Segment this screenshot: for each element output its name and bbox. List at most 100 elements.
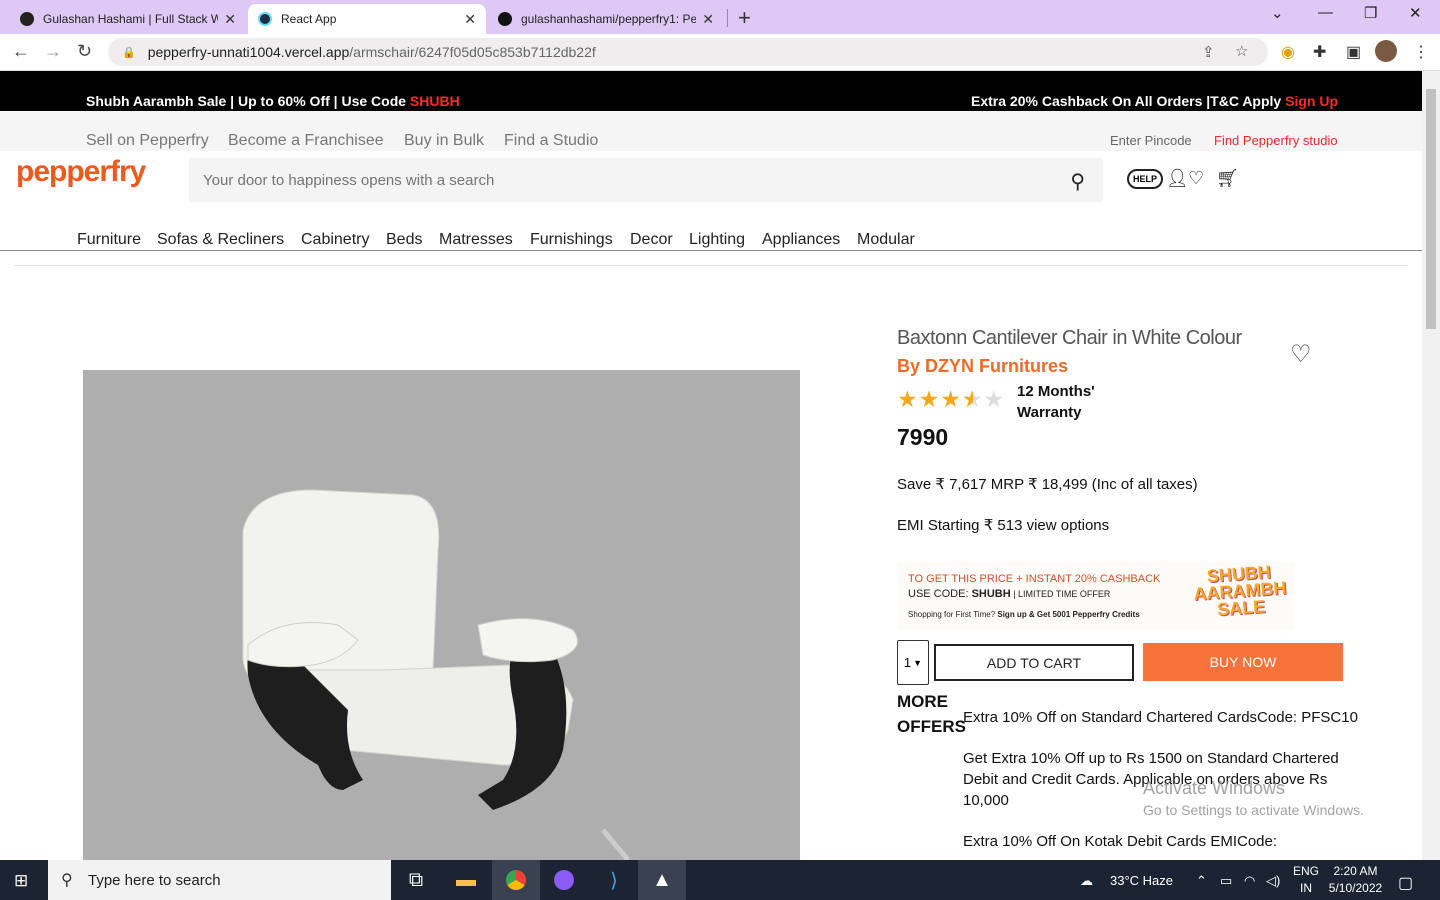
- volume-icon[interactable]: ◁): [1266, 873, 1280, 889]
- minimize-icon[interactable]: —: [1318, 4, 1333, 21]
- promo-left: Shubh Aarambh Sale | Up to 60% Off | Use…: [86, 93, 460, 109]
- product-image[interactable]: [83, 370, 800, 860]
- promo-bar: Shubh Aarambh Sale | Up to 60% Off | Use…: [0, 71, 1422, 111]
- language-indicator[interactable]: ENG IN: [1293, 863, 1319, 897]
- category-beds[interactable]: Beds: [386, 231, 422, 249]
- cart-icon[interactable]: 🛒︎: [1216, 168, 1239, 189]
- wifi-icon[interactable]: ◠: [1244, 873, 1255, 889]
- product-price: 7990: [897, 424, 949, 450]
- notification-icon[interactable]: ▢: [1398, 873, 1413, 893]
- category-cabinetry[interactable]: Cabinetry: [301, 231, 369, 249]
- reload-icon[interactable]: ↻: [77, 41, 92, 62]
- weather-text[interactable]: 33°C Haze: [1110, 873, 1173, 888]
- sell-on-pepperfry-link[interactable]: Sell on Pepperfry: [86, 132, 209, 150]
- tab-title: React App: [281, 12, 337, 26]
- page-scrollbar[interactable]: [1422, 71, 1440, 860]
- become-franchisee-link[interactable]: Become a Franchisee: [228, 132, 384, 150]
- category-nav: Furniture Sofas & Recliners Cabinetry Be…: [0, 225, 1422, 251]
- file-explorer-icon[interactable]: ▬: [442, 860, 490, 900]
- category-furniture[interactable]: Furniture: [77, 231, 141, 249]
- star-icon: ★: [940, 386, 962, 412]
- tab-favicon-icon: [20, 12, 34, 26]
- extension-coin-icon[interactable]: ◉: [1281, 42, 1295, 62]
- taskbar-clock[interactable]: 2:20 AM 5/10/2022: [1318, 863, 1393, 897]
- window-close-icon[interactable]: ✕: [1409, 4, 1422, 22]
- taskbar-search[interactable]: ⚲ Type here to search: [48, 860, 391, 900]
- product-title: Baxtonn Cantilever Chair in White Colour: [897, 327, 1242, 349]
- find-a-studio-link[interactable]: Find a Studio: [504, 132, 598, 150]
- github-favicon-icon: [498, 12, 512, 26]
- close-tab-icon[interactable]: ✕: [464, 11, 476, 28]
- side-panel-icon[interactable]: ▣: [1346, 42, 1361, 62]
- star-icon: ★: [897, 386, 919, 412]
- banner-signup-text: Shopping for First Time? Sign up & Get 5…: [908, 610, 1140, 619]
- wishlist-heart-icon[interactable]: ♡: [1290, 340, 1312, 369]
- product-brand-link[interactable]: By DZYN Furnitures: [897, 356, 1068, 377]
- close-tab-icon[interactable]: ✕: [224, 11, 236, 28]
- quantity-select[interactable]: 1 ▼: [897, 640, 929, 685]
- share-icon[interactable]: ⇪: [1202, 43, 1215, 61]
- account-icon[interactable]: 👤︎: [1166, 168, 1189, 189]
- tab-react-app[interactable]: React App ✕: [248, 4, 486, 34]
- address-bar[interactable]: 🔒 pepperfry-unnati1004.vercel.app/armsch…: [108, 38, 1268, 66]
- empty-star-icon: ★: [983, 386, 1006, 412]
- back-icon[interactable]: ←: [12, 41, 30, 62]
- category-decor[interactable]: Decor: [630, 231, 673, 249]
- close-tab-icon[interactable]: ✕: [702, 11, 714, 28]
- category-modular[interactable]: Modular: [857, 231, 915, 249]
- tab-search-icon[interactable]: ⌄: [1271, 4, 1284, 22]
- taskbar-search-placeholder: Type here to search: [88, 871, 221, 889]
- more-offers-heading: MORE OFFERS: [897, 692, 966, 736]
- enter-pincode-link[interactable]: Enter Pincode: [1110, 133, 1192, 148]
- category-sofas[interactable]: Sofas & Recliners: [157, 231, 284, 249]
- category-matresses[interactable]: Matresses: [439, 231, 513, 249]
- find-studio-link[interactable]: Find Pepperfry studio: [1214, 133, 1338, 148]
- windows-start-icon[interactable]: ⊞: [14, 871, 28, 891]
- vscode-icon[interactable]: ⟩: [590, 860, 638, 900]
- tab-title: Gulashan Hashami | Full Stack We: [43, 12, 219, 26]
- tray-chevron-icon[interactable]: ⌃: [1196, 873, 1207, 889]
- buy-now-button[interactable]: BUY NOW: [1143, 643, 1343, 681]
- photos-icon[interactable]: ▲: [638, 860, 686, 900]
- wishlist-heart-icon[interactable]: ♡: [1188, 168, 1204, 189]
- emi-text[interactable]: EMI Starting ₹ 513 view options: [897, 516, 1109, 534]
- category-lighting[interactable]: Lighting: [689, 231, 745, 249]
- buy-in-bulk-link[interactable]: Buy in Bulk: [404, 132, 484, 150]
- search-input[interactable]: [203, 171, 1023, 189]
- new-tab-button[interactable]: +: [738, 5, 751, 31]
- pepperfry-logo[interactable]: pepperfry: [16, 155, 146, 189]
- forward-icon[interactable]: →: [44, 41, 62, 62]
- tab-github[interactable]: gulashanhashami/pepperfry1: Pe ✕: [488, 4, 724, 34]
- category-furnishings[interactable]: Furnishings: [530, 231, 613, 249]
- activate-windows-watermark: Activate Windows: [1143, 778, 1286, 798]
- help-icon[interactable]: HELP: [1127, 169, 1163, 189]
- category-appliances[interactable]: Appliances: [762, 231, 840, 249]
- chevron-down-icon: ▼: [913, 657, 923, 668]
- task-view-icon[interactable]: ⧉: [392, 860, 440, 900]
- star-icon: ★: [918, 386, 941, 412]
- bookmark-star-icon[interactable]: ☆: [1235, 42, 1248, 60]
- extensions-puzzle-icon[interactable]: ✚: [1313, 42, 1326, 62]
- tab-portfolio[interactable]: Gulashan Hashami | Full Stack We ✕: [10, 4, 246, 34]
- chrome-icon[interactable]: [492, 860, 540, 900]
- react-favicon-icon: [258, 12, 272, 26]
- add-to-cart-button[interactable]: ADD TO CART: [934, 644, 1134, 681]
- profile-avatar[interactable]: [1375, 40, 1397, 62]
- weather-icon[interactable]: ☁: [1080, 873, 1093, 889]
- sale-offer-banner: TO GET THIS PRICE + INSTANT 20% CASHBACK…: [898, 562, 1294, 630]
- browser-menu-icon[interactable]: ⋮: [1413, 42, 1429, 62]
- savings-text: Save ₹ 7,617 MRP ₹ 18,499 (Inc of all ta…: [897, 476, 1198, 493]
- shubh-aarambh-sale-logo: SHUBH AARAMBH SALE: [1192, 561, 1288, 620]
- restore-icon[interactable]: ❐: [1364, 4, 1377, 22]
- sign-up-link[interactable]: Sign Up: [1285, 93, 1338, 109]
- scrollbar-thumb[interactable]: [1426, 89, 1436, 329]
- banner-code-text: USE CODE: SHUBH | LIMITED TIME OFFER: [908, 588, 1111, 600]
- search-icon[interactable]: ⚲: [1070, 169, 1085, 194]
- divider: [14, 265, 1408, 266]
- network-icon[interactable]: ▭: [1220, 873, 1232, 889]
- offer-item: Extra 10% Off On Kotak Debit Cards EMICo…: [963, 833, 1278, 850]
- promo-right: Extra 20% Cashback On All Orders |T&C Ap…: [971, 93, 1338, 109]
- github-desktop-icon[interactable]: [540, 860, 588, 900]
- rating-stars: ★★★★★: [897, 386, 1005, 413]
- banner-cashback-text: TO GET THIS PRICE + INSTANT 20% CASHBACK: [908, 573, 1161, 585]
